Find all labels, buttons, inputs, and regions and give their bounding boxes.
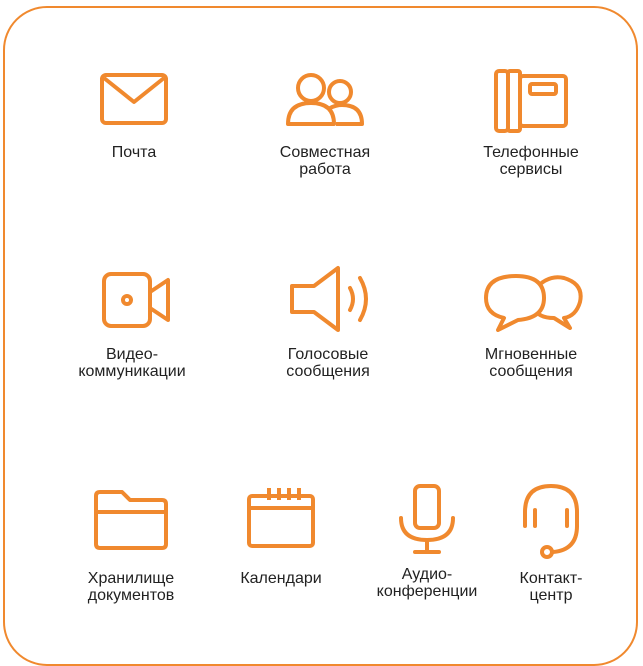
- service-label: Голосовые сообщения: [286, 346, 370, 380]
- speaker-icon: [290, 266, 368, 332]
- calendar-icon: [247, 488, 315, 548]
- users-icon: [286, 73, 364, 126]
- service-contact-center[interactable]: Контакт- центр: [486, 480, 616, 604]
- service-voice-messages[interactable]: Голосовые сообщения: [263, 264, 393, 380]
- envelope-icon: [100, 73, 168, 125]
- service-audio-conference[interactable]: Аудио- конференции: [362, 482, 492, 600]
- folder-icon: [94, 490, 168, 550]
- service-video[interactable]: Видео- коммуникации: [62, 268, 202, 380]
- service-label: Контакт- центр: [519, 570, 583, 604]
- service-telephony[interactable]: Телефонные сервисы: [466, 68, 596, 178]
- service-collaboration[interactable]: Совместная работа: [260, 68, 390, 178]
- service-mail[interactable]: Почта: [74, 68, 194, 161]
- service-label: Почта: [111, 144, 157, 161]
- service-instant-messages[interactable]: Мгновенные сообщения: [466, 268, 596, 380]
- headset-icon: [523, 483, 579, 559]
- service-label: Видео- коммуникации: [78, 346, 186, 380]
- video-camera-icon: [102, 272, 170, 328]
- chat-bubbles-icon: [484, 274, 583, 332]
- service-label: Совместная работа: [279, 144, 371, 178]
- service-calendars[interactable]: Календари: [216, 486, 346, 587]
- service-label: Хранилище документов: [87, 570, 175, 604]
- service-label: Мгновенные сообщения: [484, 346, 578, 380]
- service-label: Телефонные сервисы: [483, 144, 579, 178]
- microphone-icon: [399, 484, 455, 554]
- service-document-storage[interactable]: Хранилище документов: [66, 486, 196, 604]
- service-label: Календари: [240, 570, 322, 587]
- service-label: Аудио- конференции: [376, 566, 478, 600]
- desk-phone-icon: [494, 69, 568, 133]
